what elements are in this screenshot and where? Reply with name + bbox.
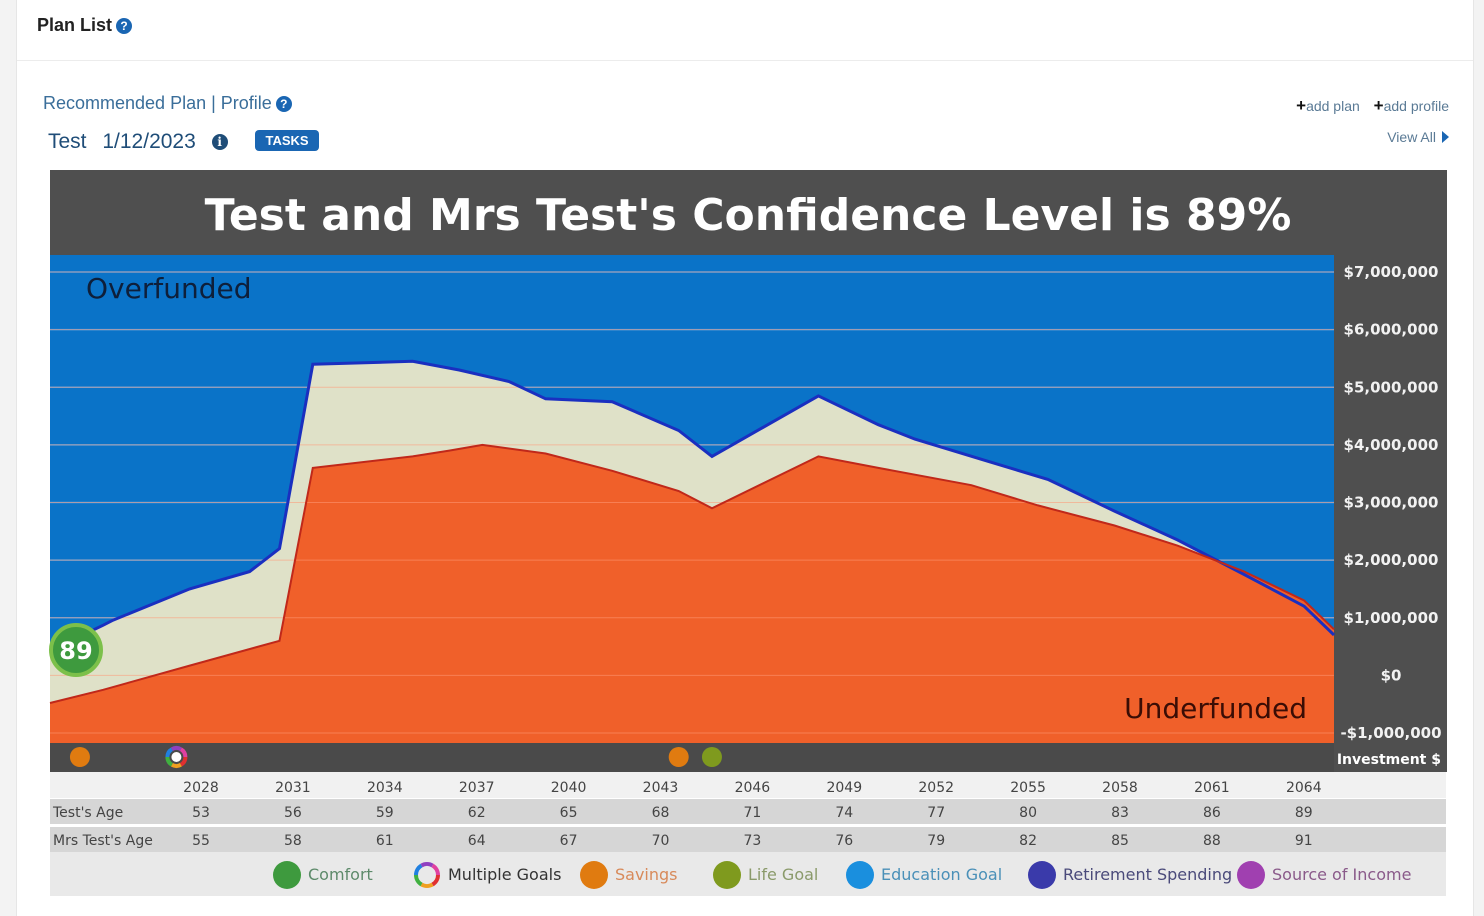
y-tick-label: $2,000,000 — [1344, 551, 1439, 569]
age-cell: 91 — [1295, 833, 1313, 849]
age-cell: 80 — [1019, 805, 1037, 821]
age-cell: 64 — [468, 833, 486, 849]
x-tick-label: 2031 — [275, 780, 311, 796]
y-tick-label: $1,000,000 — [1344, 609, 1439, 627]
legend-dot — [580, 861, 608, 889]
x-tick-label: 2064 — [1286, 780, 1322, 796]
multiple-goals-ring-segment — [170, 746, 182, 752]
y-tick-label: $4,000,000 — [1344, 436, 1439, 454]
legend-label: Education Goal — [881, 865, 1002, 884]
x-tick-label: 2043 — [643, 780, 679, 796]
age-cell: 56 — [284, 805, 302, 821]
x-tick-label: 2061 — [1194, 780, 1230, 796]
x-tick-label: 2028 — [183, 780, 219, 796]
goal-markers — [50, 743, 1334, 772]
age-cell: 83 — [1111, 805, 1129, 821]
legend-label: Savings — [615, 865, 678, 884]
y-axis-label: Investment $ — [1337, 752, 1441, 768]
multiple-goals-ring-segment — [170, 762, 182, 768]
x-tick-label: 2058 — [1102, 780, 1138, 796]
legend-dot — [846, 861, 874, 889]
age-cell: 73 — [743, 833, 761, 849]
y-tick-label: $3,000,000 — [1344, 494, 1439, 512]
y-tick-label: $6,000,000 — [1344, 321, 1439, 339]
age-cell: 85 — [1111, 833, 1129, 849]
age-cell: 89 — [1295, 805, 1313, 821]
age-table: Test's Age 53 56 59 62 65 68 71 74 77 80 83 86 89 Mrs … — [50, 799, 1446, 852]
x-axis: 2028 2031 2034 2037 2040 2043 2046 2049 2052 2055… — [50, 772, 1446, 798]
age-cell: 82 — [1019, 833, 1037, 849]
y-tick-label: -$1,000,000 — [1340, 724, 1441, 742]
legend-dot — [1028, 861, 1056, 889]
x-tick-label: 2052 — [918, 780, 954, 796]
legend-label: Multiple Goals — [448, 865, 561, 884]
x-tick-label: 2037 — [459, 780, 495, 796]
y-tick-label: $0 — [1381, 666, 1402, 684]
age-cell: 59 — [376, 805, 394, 821]
age-cell: 67 — [560, 833, 578, 849]
life-goal-marker[interactable] — [701, 747, 722, 767]
age-cell: 68 — [652, 805, 670, 821]
age-cell: 61 — [376, 833, 394, 849]
age-cell: 58 — [284, 833, 302, 849]
age-cell: 74 — [835, 805, 853, 821]
legend-dot — [273, 861, 301, 889]
confidence-chart: Test and Mrs Test's Confidence Level is … — [49, 170, 1447, 896]
legend-label: Comfort — [308, 865, 373, 884]
age-cell: 53 — [192, 805, 210, 821]
legend-label: Retirement Spending — [1063, 865, 1232, 884]
age-row-label: Test's Age — [52, 805, 123, 821]
multiple-goals-icon-segment — [420, 862, 434, 868]
age-cell: 88 — [1203, 833, 1221, 849]
age-cell: 76 — [835, 833, 853, 849]
confidence-badge[interactable]: 89 — [49, 623, 103, 677]
legend-dot — [713, 861, 741, 889]
age-cell: 79 — [927, 833, 945, 849]
age-cell: 77 — [927, 805, 945, 821]
overfunded-label: Overfunded — [86, 272, 251, 305]
y-tick-label: $5,000,000 — [1344, 378, 1439, 396]
multiple-goals-icon-segment — [420, 882, 434, 888]
multiple-goals-center — [171, 752, 182, 762]
age-cell: 62 — [468, 805, 486, 821]
legend-dot — [1237, 861, 1265, 889]
x-tick-label: 2046 — [735, 780, 771, 796]
x-tick-label: 2055 — [1010, 780, 1046, 796]
chart-title: Test and Mrs Test's Confidence Level is … — [205, 190, 1292, 241]
goal-marker-strip — [50, 743, 1334, 772]
x-tick-label: 2040 — [551, 780, 587, 796]
age-cell: 70 — [652, 833, 670, 849]
legend-label: Source of Income — [1272, 865, 1411, 884]
confidence-badge-value: 89 — [59, 637, 92, 665]
x-tick-label: 2049 — [826, 780, 862, 796]
underfunded-label: Underfunded — [1124, 692, 1307, 725]
age-row-label: Mrs Test's Age — [53, 833, 153, 849]
legend-label: Life Goal — [748, 865, 818, 884]
age-cell: 55 — [192, 833, 210, 849]
age-cell: 65 — [560, 805, 578, 821]
y-tick-label: $7,000,000 — [1344, 263, 1439, 281]
savings-marker[interactable] — [69, 747, 90, 767]
age-cell: 71 — [743, 805, 761, 821]
x-tick-label: 2034 — [367, 780, 403, 796]
savings-marker[interactable] — [668, 747, 689, 767]
age-cell: 86 — [1203, 805, 1221, 821]
